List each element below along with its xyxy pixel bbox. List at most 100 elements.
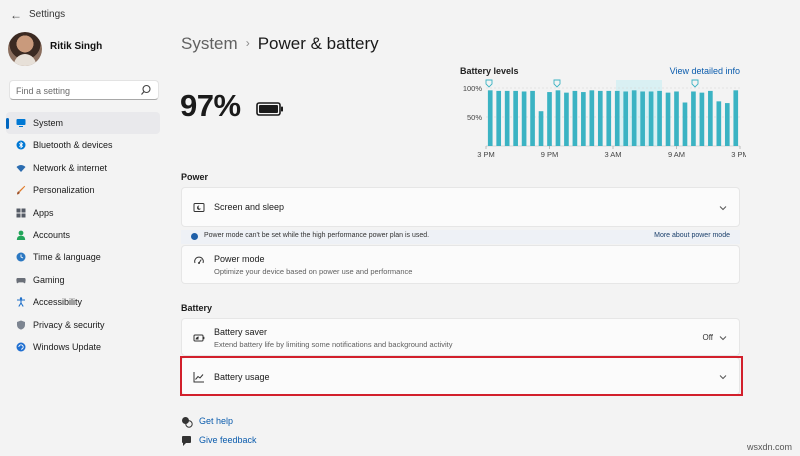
battery-level-bar[interactable] xyxy=(657,90,662,146)
search-input[interactable] xyxy=(16,84,136,97)
view-detailed-info-link[interactable]: View detailed info xyxy=(670,66,740,76)
battery-level-bar[interactable] xyxy=(547,92,552,146)
battery-percentage: 97% xyxy=(180,88,241,123)
battery-level-bar[interactable] xyxy=(606,90,612,146)
battery-icon xyxy=(256,102,283,116)
watermark: wsxdn.com xyxy=(746,442,792,452)
battery-level-bar[interactable] xyxy=(555,90,561,146)
breadcrumb-parent[interactable]: System xyxy=(181,34,238,53)
battery-usage-highlight xyxy=(180,356,743,396)
search-box xyxy=(9,80,159,100)
battery-level-bar[interactable] xyxy=(648,91,654,146)
chevron-down-icon[interactable] xyxy=(718,203,728,213)
brush-icon xyxy=(17,185,26,195)
sidebar-item-label: Network & internet xyxy=(33,162,108,173)
battery-level-bar[interactable] xyxy=(530,90,535,146)
controller-icon xyxy=(16,277,26,284)
battery-saver-description: Extend battery life by limiting some not… xyxy=(214,340,453,349)
battery-level-bar[interactable] xyxy=(589,90,595,146)
battery-level-bar[interactable] xyxy=(564,92,569,146)
battery-level-bar[interactable] xyxy=(581,92,586,146)
battery-level-bar[interactable] xyxy=(699,92,705,146)
page-title: Power & battery xyxy=(257,34,379,53)
battery-level-bar[interactable] xyxy=(724,103,730,146)
sidebar-item-label: Apps xyxy=(33,207,54,218)
monitor-icon xyxy=(16,119,26,127)
battery-level-bar[interactable] xyxy=(708,90,713,146)
sidebar-item-system[interactable]: System xyxy=(6,112,160,135)
x-tick-label: 3 PM xyxy=(731,150,746,159)
globe-clock-icon xyxy=(16,252,26,262)
get-help-label: Get help xyxy=(199,416,234,426)
battery-saver-card[interactable]: Battery saver Extend battery life by lim… xyxy=(181,318,740,356)
sidebar-item-label: Personalization xyxy=(33,185,95,196)
title-bar: ← Settings xyxy=(0,0,800,30)
sidebar-item-label: Gaming xyxy=(33,274,65,285)
power-mode-info-bar: Power mode can't be set while the high p… xyxy=(181,230,740,244)
battery-saver-title: Battery saver xyxy=(214,327,268,337)
sidebar-item-time-language[interactable]: Time & language xyxy=(6,246,160,268)
battery-level-bar[interactable] xyxy=(631,90,637,146)
battery-level-bar[interactable] xyxy=(504,90,510,146)
x-tick-label: 3 PM xyxy=(477,150,495,159)
sidebar-item-label: Bluetooth & devices xyxy=(33,140,113,151)
sidebar-item-network[interactable]: Network & internet xyxy=(6,157,160,179)
help-icon xyxy=(182,417,193,428)
battery-section-title: Battery xyxy=(181,303,213,313)
user-name: Ritik Singh xyxy=(50,41,103,52)
chart-selection-band xyxy=(616,80,662,146)
power-mode-card[interactable]: Power mode Optimize your device based on… xyxy=(181,245,740,284)
wifi-icon xyxy=(16,164,26,172)
power-section-title: Power xyxy=(181,172,209,182)
sidebar-nav: System Bluetooth & devices Network & int… xyxy=(6,112,160,358)
sidebar-item-gaming[interactable]: Gaming xyxy=(6,269,160,291)
battery-level-bar[interactable] xyxy=(487,90,493,146)
charging-marker-icon xyxy=(691,79,699,88)
battery-level-bar[interactable] xyxy=(665,92,671,146)
battery-level-bar[interactable] xyxy=(614,90,620,146)
search-icon[interactable] xyxy=(140,84,152,96)
breadcrumb: System › Power & battery xyxy=(181,34,379,54)
more-about-power-mode-link[interactable]: More about power mode xyxy=(654,232,730,239)
battery-saver-icon xyxy=(193,334,205,342)
give-feedback-label: Give feedback xyxy=(199,435,257,445)
x-tick-label: 9 PM xyxy=(541,150,559,159)
battery-level-bar[interactable] xyxy=(513,90,518,146)
sidebar-item-personalization[interactable]: Personalization xyxy=(6,179,160,201)
battery-level-bar[interactable] xyxy=(623,91,629,146)
battery-level-bar[interactable] xyxy=(572,90,578,146)
battery-level-bar[interactable] xyxy=(640,91,645,146)
battery-levels-chart: 100% 50% 3 PM 9 PM 3 AM 9 AM 3 PM xyxy=(463,79,746,159)
update-icon xyxy=(16,342,26,352)
battery-level-bar[interactable] xyxy=(496,90,502,146)
battery-levels-title: Battery levels xyxy=(460,66,519,76)
user-profile[interactable]: Ritik Singh xyxy=(8,32,158,68)
sidebar-item-privacy-security[interactable]: Privacy & security xyxy=(6,314,160,336)
sidebar-item-accessibility[interactable]: Accessibility xyxy=(6,291,160,313)
sidebar-item-label: Accessibility xyxy=(33,297,83,308)
battery-level-bar[interactable] xyxy=(521,91,527,146)
battery-level-bar[interactable] xyxy=(597,90,603,146)
battery-level-bar[interactable] xyxy=(682,102,688,147)
battery-level-bar[interactable] xyxy=(691,91,696,146)
battery-level-bar[interactable] xyxy=(733,90,739,146)
back-arrow-icon[interactable]: ← xyxy=(8,7,24,23)
sidebar-item-bluetooth[interactable]: Bluetooth & devices xyxy=(6,134,160,156)
battery-level-bar[interactable] xyxy=(674,91,679,146)
person-icon xyxy=(16,230,26,240)
sidebar-item-label: Time & language xyxy=(33,252,101,263)
charging-marker-icon xyxy=(553,79,561,88)
main-content: System › Power & battery 97% Battery level… xyxy=(166,30,800,456)
chevron-down-icon[interactable] xyxy=(718,333,728,343)
y-tick-label: 100% xyxy=(463,84,483,93)
battery-level-bar[interactable] xyxy=(716,101,722,146)
sidebar-item-windows-update[interactable]: Windows Update xyxy=(6,336,160,358)
accessibility-icon xyxy=(17,297,25,307)
sidebar-item-label: Accounts xyxy=(33,229,71,240)
sidebar-item-apps[interactable]: Apps xyxy=(6,202,160,224)
screen-and-sleep-card[interactable]: Screen and sleep xyxy=(181,187,740,227)
x-tick-label: 3 AM xyxy=(604,150,621,159)
charging-marker-icon xyxy=(485,79,493,88)
battery-level-bar[interactable] xyxy=(538,111,544,146)
sidebar-item-accounts[interactable]: Accounts xyxy=(6,224,160,246)
